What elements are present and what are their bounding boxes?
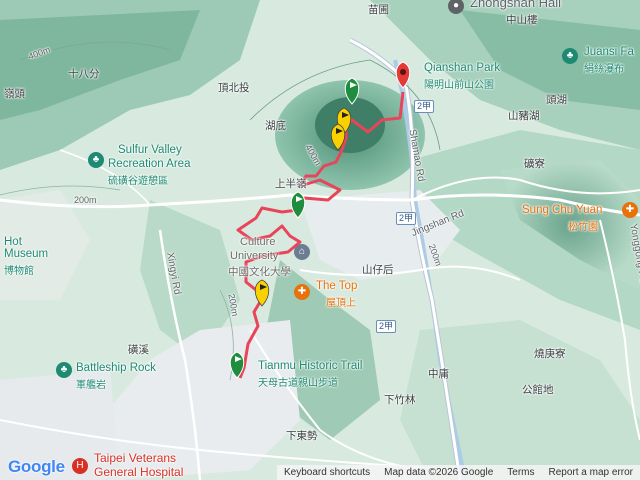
end-marker-icon[interactable] xyxy=(395,61,411,89)
terms-link[interactable]: Terms xyxy=(500,467,541,478)
keyboard-shortcuts-link[interactable]: Keyboard shortcuts xyxy=(277,467,377,478)
start-flag-green-icon[interactable] xyxy=(229,351,245,379)
map-canvas[interactable]: 2甲 2甲 2甲 Shamao Rd Jingshan Rd Xingyi Rd… xyxy=(0,0,640,480)
map-data-text: Map data ©2026 Google xyxy=(384,467,494,478)
flag-yellow-icon[interactable] xyxy=(254,279,270,307)
google-logo: Google xyxy=(8,457,65,477)
trail-markers-layer xyxy=(229,61,411,379)
flag-green-icon[interactable] xyxy=(290,191,306,219)
google-logo-text: Google xyxy=(8,457,65,476)
report-error-link[interactable]: Report a map error xyxy=(542,467,640,478)
flag-yellow-icon[interactable] xyxy=(330,123,346,151)
attribution-bar: Keyboard shortcuts Map data ©2026 Google… xyxy=(276,465,640,480)
flag-green-icon[interactable] xyxy=(344,77,360,105)
